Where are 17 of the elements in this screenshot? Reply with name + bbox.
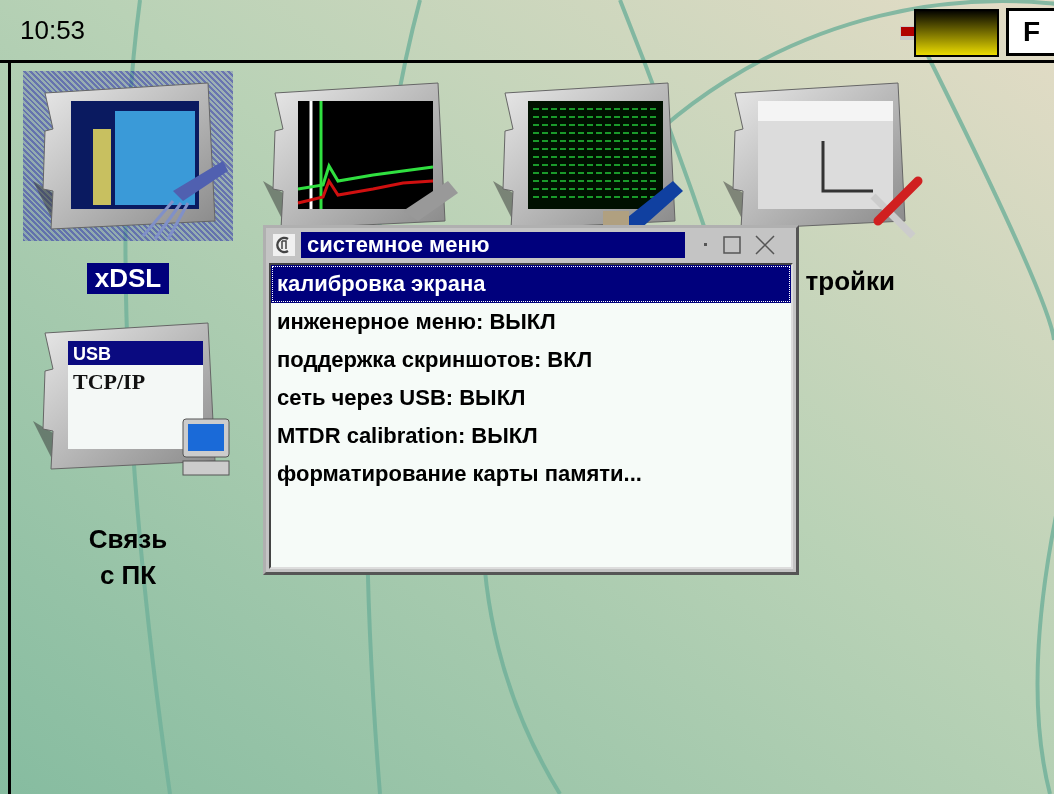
app-icon[interactable] [23,71,233,241]
maximize-icon[interactable] [723,236,741,254]
menu-item[interactable]: сеть через USB: ВЫКЛ [271,379,791,417]
menu-item[interactable]: инженерное меню: ВЫКЛ [271,303,791,341]
close-icon[interactable] [755,235,775,255]
function-key[interactable]: F [1006,8,1054,56]
menu-item[interactable]: калибровка экрана [271,265,791,303]
icon-label: Связь с ПК [87,523,169,593]
battery-icon [900,8,1000,58]
dialog-title: системное меню [301,232,685,258]
clock-text: 10:53 [20,14,86,46]
menu-item[interactable]: поддержка скриншотов: ВКЛ [271,341,791,379]
menu-item[interactable]: MTDR calibration: ВЫКЛ [271,417,791,455]
icon-label: тройки [804,265,896,298]
minimize-icon[interactable] [703,242,709,248]
icon-label: xDSL [86,263,170,295]
menu-item[interactable]: форматирование карты памяти... [271,455,791,493]
